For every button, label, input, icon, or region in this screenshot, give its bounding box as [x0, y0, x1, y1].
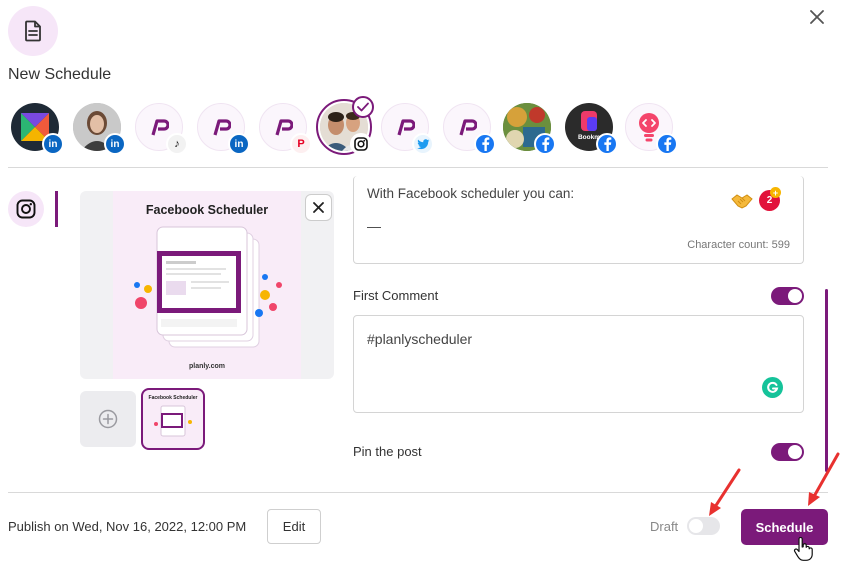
divider	[8, 167, 828, 168]
first-comment-toggle[interactable]	[771, 287, 804, 305]
first-comment-text: #planlyscheduler	[367, 331, 473, 347]
account-planly-pinterest[interactable]: P	[256, 100, 312, 155]
account-planly-tiktok[interactable]: ♪	[132, 100, 188, 155]
instagram-tab[interactable]	[8, 191, 44, 227]
linkedin-icon: in	[42, 133, 64, 155]
first-comment-input[interactable]: #planlyscheduler	[353, 315, 804, 413]
annotation-arrow-icon	[709, 468, 741, 516]
active-tab-indicator	[55, 191, 58, 227]
account-bookmark-facebook[interactable]: Bookm	[562, 100, 618, 155]
instagram-icon	[350, 133, 372, 155]
facebook-icon	[534, 133, 556, 155]
caption-editor[interactable]: With Facebook scheduler you can: — 2 + C…	[353, 176, 804, 264]
account-planly-twitter[interactable]	[378, 100, 434, 155]
linkedin-icon: in	[228, 133, 250, 155]
facebook-icon	[474, 133, 496, 155]
modal-title: New Schedule	[8, 66, 112, 83]
media-image-footer: planly.com	[188, 363, 226, 370]
handshake-emoji-icon[interactable]	[731, 191, 753, 211]
account-woman-linkedin[interactable]: in	[70, 100, 126, 155]
caption-text: With Facebook scheduler you can:	[367, 186, 575, 201]
annotation-arrow-icon	[808, 452, 840, 506]
draft-label: Draft	[650, 519, 679, 534]
thumbnail-title: Facebook Scheduler	[148, 395, 198, 401]
account-planly-linkedin[interactable]: in	[194, 100, 250, 155]
caption-dash: —	[367, 218, 381, 234]
first-comment-label: First Comment	[353, 288, 439, 303]
grammarly-icon[interactable]	[762, 377, 783, 398]
hand-cursor-icon	[793, 537, 813, 561]
media-preview: Facebook Scheduler planly.com	[80, 191, 334, 379]
character-count-label: Character count:	[687, 239, 769, 251]
account-two-men-instagram[interactable]	[316, 96, 374, 155]
character-count-value: 599	[771, 239, 790, 251]
account-painting-facebook[interactable]	[500, 100, 556, 155]
add-media-button[interactable]	[80, 391, 136, 447]
remove-media-button[interactable]	[305, 194, 332, 221]
media-image-title: Facebook Scheduler	[145, 203, 269, 217]
pin-post-label: Pin the post	[353, 444, 422, 459]
check-icon	[352, 96, 374, 118]
close-icon[interactable]	[805, 5, 829, 29]
publish-datetime: Publish on Wed, Nov 16, 2022, 12:00 PM	[8, 519, 247, 534]
twitter-icon	[412, 133, 434, 155]
schedule-button[interactable]: Schedule	[741, 509, 828, 545]
account-brand-logo-linkedin[interactable]: in	[8, 100, 64, 155]
character-count: Character count: 599	[687, 239, 790, 251]
media-image: Facebook Scheduler planly.com	[113, 191, 301, 379]
draft-toggle[interactable]	[687, 517, 720, 535]
linkedin-icon: in	[104, 133, 126, 155]
facebook-icon	[656, 133, 678, 155]
plus-circle-icon	[98, 409, 118, 429]
pinterest-icon: P	[290, 133, 312, 155]
media-thumbnail[interactable]: Facebook Scheduler	[141, 388, 205, 450]
scrollbar[interactable]	[825, 289, 828, 472]
counter-plus-icon: +	[770, 187, 781, 198]
facebook-icon	[596, 133, 618, 155]
tiktok-icon: ♪	[166, 133, 188, 155]
account-planly-facebook[interactable]	[440, 100, 496, 155]
account-bulb-code-facebook[interactable]	[622, 100, 678, 155]
document-icon	[8, 6, 58, 56]
edit-button[interactable]: Edit	[267, 509, 321, 544]
pin-post-toggle[interactable]	[771, 443, 804, 461]
